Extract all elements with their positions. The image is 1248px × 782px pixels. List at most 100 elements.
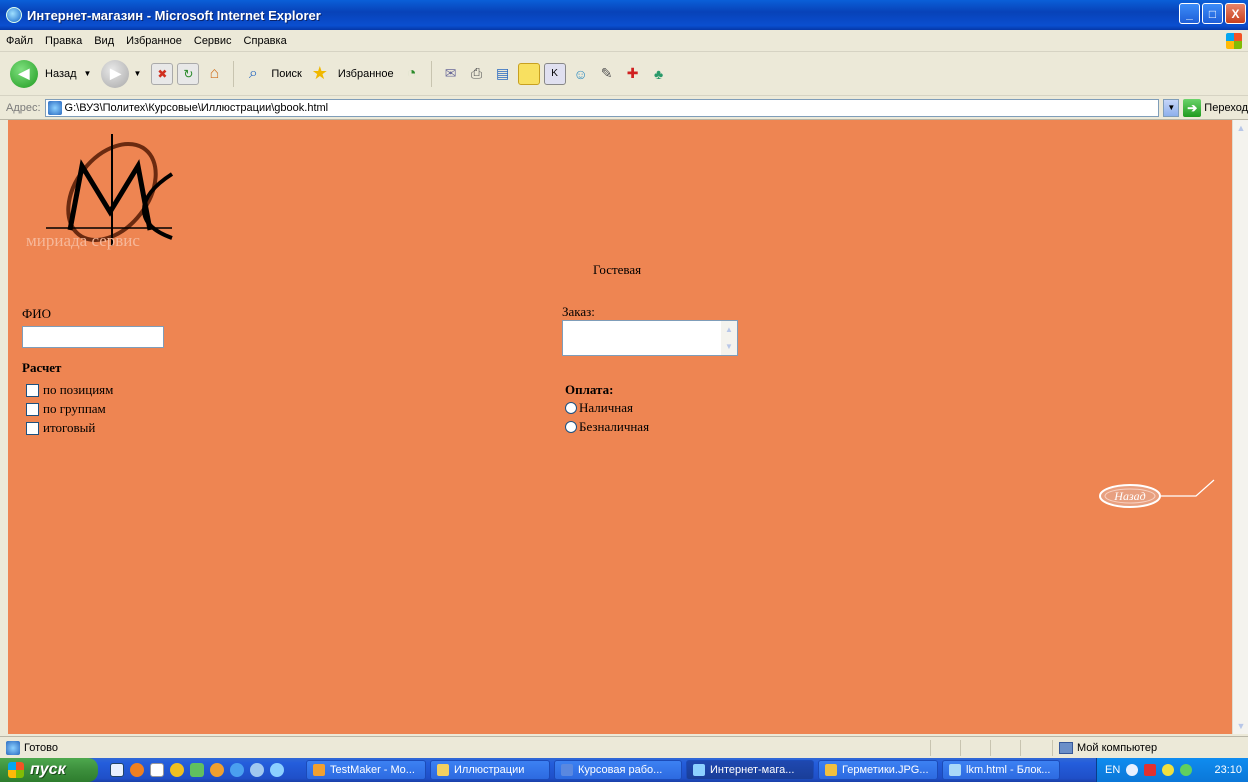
radio-button[interactable] (565, 421, 577, 433)
menu-view[interactable]: Вид (94, 35, 114, 47)
research-icon[interactable]: ✎ (596, 63, 618, 85)
windows-flag-icon (1226, 33, 1242, 49)
forward-arrow-icon[interactable]: ▶ (101, 59, 130, 88)
address-dropdown-icon[interactable]: ▼ (1163, 98, 1180, 117)
menu-help[interactable]: Справка (244, 35, 287, 47)
textarea-scrollbar[interactable]: ▲ ▼ (721, 321, 737, 355)
company-logo: мириада сервис (26, 134, 174, 250)
task-coursework[interactable]: Курсовая рабо... (554, 760, 682, 780)
network-icon[interactable] (1180, 764, 1193, 776)
search-icon[interactable]: ⌕ (242, 63, 264, 85)
task-notepad[interactable]: lkm.html - Блок... (942, 760, 1060, 780)
back-link-button[interactable]: Назад (1098, 476, 1218, 516)
notes-icon[interactable] (517, 62, 540, 85)
checkbox[interactable] (26, 402, 39, 416)
forward-dropdown-icon[interactable]: ▼ (133, 69, 141, 78)
print-icon[interactable]: ⎙ (466, 63, 488, 85)
payment-option-cashless[interactable]: Безналичная (565, 419, 649, 435)
antivirus-tray-icon[interactable] (1144, 764, 1157, 776)
edit-icon[interactable]: ▤ (492, 63, 514, 85)
quick-launch-icon[interactable] (170, 763, 184, 777)
kaspersky-k-icon[interactable]: K (543, 62, 566, 85)
status-divider (930, 740, 931, 756)
quick-launch-icon[interactable] (270, 763, 284, 777)
calc-option-positions[interactable]: по позициям (26, 382, 113, 398)
messenger-icon[interactable]: ☺ (570, 63, 592, 85)
search-button-label[interactable]: Поиск (271, 68, 301, 80)
page-content: мириада сервис Гостевая ФИО Расчет по по… (8, 120, 1232, 734)
payment-title: Оплата: (565, 382, 614, 397)
refresh-icon[interactable]: ↻ (177, 62, 200, 85)
calc-option-total[interactable]: итоговый (26, 420, 95, 436)
volume-icon[interactable] (1162, 764, 1175, 776)
scroll-up-icon[interactable]: ▲ (721, 321, 737, 338)
go-button[interactable]: ➔ Переход (1183, 98, 1248, 117)
page-scrollbar[interactable]: ▲ ▼ (1232, 120, 1248, 734)
quick-launch-icon[interactable] (210, 763, 224, 777)
menu-favorites[interactable]: Избранное (126, 35, 182, 47)
quick-launch-icon[interactable] (130, 763, 144, 777)
task-internet-shop[interactable]: Интернет-мага... (686, 760, 814, 780)
radio-button[interactable] (565, 402, 577, 414)
payment-option-label: Наличная (579, 400, 633, 415)
home-icon[interactable]: ⌂ (203, 63, 225, 85)
notepad-icon (949, 764, 961, 776)
logo-text: мириада сервис (26, 231, 140, 250)
status-divider (1020, 740, 1021, 756)
status-text: Готово (24, 741, 58, 754)
clock: 23:10 (1214, 764, 1242, 776)
maximize-button[interactable]: □ (1202, 3, 1223, 24)
scroll-up-icon[interactable]: ▲ (1233, 120, 1248, 136)
task-label: Курсовая рабо... (578, 764, 663, 776)
menu-file[interactable]: Файл (6, 35, 33, 47)
antivirus-icon[interactable]: ✚ (622, 63, 644, 85)
contacts-icon[interactable]: ♣ (648, 63, 670, 85)
quick-launch-icon[interactable] (250, 763, 264, 777)
language-indicator[interactable]: EN (1105, 764, 1120, 776)
task-illustrations[interactable]: Иллюстрации (430, 760, 550, 780)
favorites-button-label[interactable]: Избранное (338, 68, 394, 80)
stop-icon[interactable]: ✖ (151, 62, 174, 85)
fio-input[interactable] (22, 326, 164, 348)
quick-launch-icon[interactable] (190, 763, 204, 777)
quick-launch-icon[interactable] (230, 763, 244, 777)
start-button[interactable]: пуск (0, 758, 98, 782)
order-label: Заказ: (562, 304, 595, 319)
mail-icon[interactable]: ✉ (440, 63, 462, 85)
payment-option-cash[interactable]: Наличная (565, 400, 633, 416)
back-button-label[interactable]: Назад (45, 68, 77, 80)
task-hermetics[interactable]: Герметики.JPG... (818, 760, 938, 780)
back-dropdown-icon[interactable]: ▼ (84, 69, 92, 78)
close-button[interactable]: X (1225, 3, 1246, 24)
favorites-star-icon[interactable]: ★ (309, 63, 331, 85)
order-textarea[interactable]: ▲ ▼ (562, 320, 738, 356)
back-arrow-icon[interactable]: ◀ (10, 59, 38, 88)
task-label: Иллюстрации (454, 764, 525, 776)
address-url[interactable]: G:\ВУЗ\Политех\Курсовые\Иллюстрации\gboo… (65, 102, 329, 114)
address-input[interactable]: G:\ВУЗ\Политех\Курсовые\Иллюстрации\gboo… (44, 98, 1160, 117)
history-icon[interactable]: ◔ (401, 63, 423, 85)
scroll-down-icon[interactable]: ▼ (1233, 718, 1248, 734)
calc-option-groups[interactable]: по группам (26, 401, 106, 417)
quick-launch-icon[interactable] (110, 763, 124, 777)
my-computer-icon (1059, 742, 1073, 754)
tray-icon[interactable] (1126, 764, 1139, 776)
scroll-down-icon[interactable]: ▼ (721, 338, 737, 355)
quick-launch-icon[interactable] (150, 763, 164, 777)
payment-option-label: Безналичная (579, 419, 650, 434)
image-icon (825, 764, 837, 776)
title-bar: Интернет-магазин - Microsoft Internet Ex… (0, 0, 1248, 30)
address-label: Адрес: (6, 101, 41, 114)
menu-edit[interactable]: Правка (45, 35, 82, 47)
checkbox[interactable] (26, 383, 39, 397)
minimize-button[interactable]: _ (1179, 3, 1200, 24)
window-controls: _ □ X (1179, 3, 1246, 24)
checkbox[interactable] (26, 421, 39, 435)
taskbar: пуск TestMaker - Mo... Иллюстрации Курсо… (0, 758, 1248, 782)
status-divider (990, 740, 991, 756)
task-testmaker[interactable]: TestMaker - Mo... (306, 760, 426, 780)
calc-option-label: итоговый (43, 420, 96, 435)
menu-tools[interactable]: Сервис (194, 35, 232, 47)
start-label: пуск (30, 761, 66, 778)
toolbar: ◀ Назад ▼ ▶ ▼ ✖ ↻ ⌂ ⌕ Поиск ★ Избранное … (0, 52, 1248, 96)
